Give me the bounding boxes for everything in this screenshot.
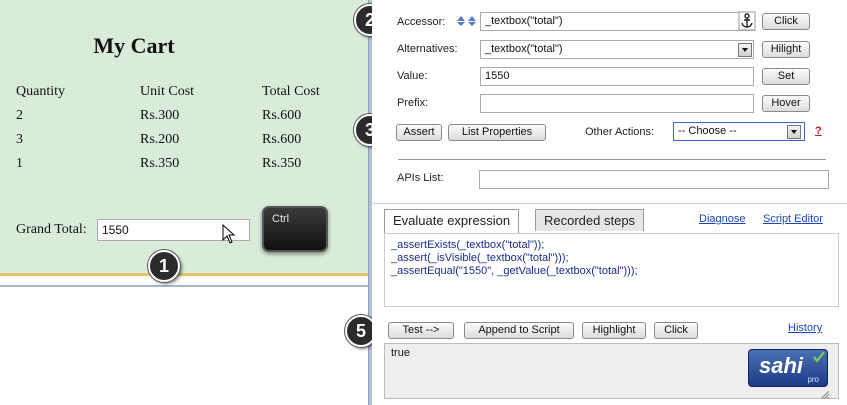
- row-1-unit-cost: Rs.300: [140, 108, 180, 123]
- row-2-quantity: 3: [16, 132, 23, 147]
- header-quantity: Quantity: [16, 84, 65, 99]
- accessor-input[interactable]: _textbox("total"): [480, 12, 755, 31]
- logo-subtext: pro: [807, 375, 819, 384]
- row-1-total-cost: Rs.600: [262, 108, 302, 123]
- section-divider: [372, 203, 847, 204]
- list-properties-button[interactable]: List Properties: [448, 124, 546, 141]
- resize-grip-icon[interactable]: [821, 391, 829, 399]
- accessor-label: Accessor:: [397, 16, 446, 28]
- history-link[interactable]: History: [788, 322, 822, 334]
- hover-button[interactable]: Hover: [762, 95, 810, 112]
- help-link[interactable]: ?: [815, 125, 822, 137]
- alternatives-select[interactable]: _textbox("total"): [480, 40, 754, 59]
- code-line: _assertEqual("1550", _getValue(_textbox(…: [391, 265, 638, 277]
- diagnose-link[interactable]: Diagnose: [699, 213, 745, 225]
- highlight-button[interactable]: Hilight: [762, 41, 810, 58]
- anchor-icon[interactable]: [738, 11, 756, 31]
- cart-bottom-border: [0, 273, 368, 276]
- grand-total-label: Grand Total:: [16, 222, 87, 237]
- chevron-down-icon[interactable]: [738, 43, 752, 57]
- cart-title: My Cart: [93, 33, 175, 58]
- divider: [398, 159, 826, 160]
- check-icon: [813, 351, 825, 363]
- expression-editor[interactable]: _assertExists(_textbox("total")); _asser…: [384, 233, 839, 307]
- click-button[interactable]: Click: [762, 13, 810, 30]
- row-2-unit-cost: Rs.200: [140, 132, 180, 147]
- assert-button[interactable]: Assert: [396, 124, 442, 141]
- row-1-quantity: 2: [16, 108, 23, 123]
- alternatives-label: Alternatives:: [397, 43, 458, 55]
- test-button[interactable]: Test -->: [388, 322, 454, 339]
- row-3-total-cost: Rs.350: [262, 156, 302, 171]
- callout-1: 1: [148, 250, 180, 282]
- click-expression-button[interactable]: Click: [654, 322, 698, 339]
- prefix-input[interactable]: [480, 94, 754, 113]
- cart-page: My Cart Quantity Unit Cost Total Cost 2 …: [0, 0, 368, 273]
- tab-evaluate-expression[interactable]: Evaluate expression: [384, 209, 520, 233]
- script-editor-link[interactable]: Script Editor: [763, 213, 823, 225]
- ctrl-key-label: Ctrl: [272, 213, 290, 225]
- sahi-pro-logo: sahi pro: [748, 349, 828, 387]
- header-total-cost: Total Cost: [262, 84, 320, 99]
- prefix-label: Prefix:: [397, 97, 429, 109]
- row-3-unit-cost: Rs.350: [140, 156, 180, 171]
- other-actions-label: Other Actions:: [585, 126, 655, 138]
- header-unit-cost: Unit Cost: [140, 84, 195, 99]
- value-input[interactable]: 1550: [480, 67, 754, 86]
- apis-list-label: APIs List:: [397, 172, 444, 184]
- swap-arrows-icon[interactable]: [456, 15, 478, 26]
- frame-divider: [0, 285, 368, 287]
- logo-text: sahi: [759, 353, 804, 378]
- sahi-controller: Accessor: _textbox("total") Click Altern…: [372, 0, 847, 405]
- other-actions-select[interactable]: -- Choose --: [673, 122, 805, 141]
- row-3-quantity: 1: [16, 156, 23, 171]
- set-button[interactable]: Set: [762, 68, 810, 85]
- row-2-total-cost: Rs.600: [262, 132, 302, 147]
- mouse-cursor-icon: [222, 224, 236, 244]
- append-to-script-button[interactable]: Append to Script: [464, 322, 574, 339]
- apis-list-input[interactable]: [479, 170, 829, 189]
- chevron-down-icon[interactable]: [787, 125, 801, 139]
- ctrl-key-icon: Ctrl: [262, 206, 328, 252]
- code-line: _assert(_isVisible(_textbox("total")));: [391, 252, 569, 264]
- highlight-expression-button[interactable]: Highlight: [582, 322, 646, 339]
- value-label: Value:: [397, 70, 428, 82]
- code-line: _assertExists(_textbox("total"));: [391, 239, 545, 251]
- tab-recorded-steps[interactable]: Recorded steps: [535, 209, 645, 231]
